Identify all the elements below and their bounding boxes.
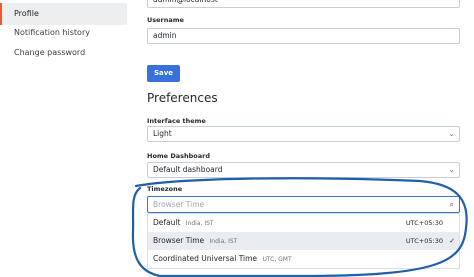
email-field[interactable]: admin@localhost <box>147 0 460 8</box>
home-dashboard-value: Default dashboard <box>153 165 223 174</box>
timezone-dropdown: Default India, IST UTC+05:30 Browser Tim… <box>147 213 460 269</box>
option-offset: UTC+05:30 <box>405 237 443 245</box>
home-dashboard-label: Home Dashboard <box>147 152 210 160</box>
preferences-heading: Preferences <box>147 91 218 105</box>
timezone-option-browser-time[interactable]: Browser Time India, IST UTC+05:30 ✓ <box>148 232 459 250</box>
sidebar-item-change-password[interactable]: Change password <box>0 42 127 64</box>
timezone-option-utc[interactable]: Coordinated Universal Time UTC, GMT <box>148 250 459 268</box>
chevron-down-icon: ⌄ <box>448 129 455 138</box>
timezone-option-default[interactable]: Default India, IST UTC+05:30 <box>148 214 459 232</box>
timezone-placeholder: Browser Time <box>153 200 205 209</box>
interface-theme-value: Light <box>153 129 172 138</box>
option-name: Default <box>153 218 181 227</box>
profile-form: admin@localhost Username admin Save Pref… <box>140 0 474 277</box>
check-icon: ✓ <box>449 237 455 245</box>
save-button[interactable]: Save <box>147 65 180 82</box>
sidebar: Profile Notification history Change pass… <box>0 0 127 277</box>
home-dashboard-select[interactable]: Default dashboard ⌄ <box>147 162 460 178</box>
username-label: Username <box>147 16 184 24</box>
option-offset: UTC+05:30 <box>405 219 443 227</box>
interface-theme-select[interactable]: Light ⌄ <box>147 126 460 142</box>
sidebar-item-notification-history[interactable]: Notification history <box>0 22 127 44</box>
timezone-search-input[interactable]: Browser Time ⌕ <box>147 196 460 213</box>
username-field[interactable]: admin <box>147 28 460 44</box>
option-name: Coordinated Universal Time <box>153 254 258 263</box>
option-desc: India, IST <box>209 238 238 245</box>
interface-theme-label: Interface theme <box>147 117 206 125</box>
search-icon: ⌕ <box>449 200 454 209</box>
option-name: Browser Time <box>153 236 205 245</box>
chevron-down-icon: ⌄ <box>448 165 455 174</box>
timezone-label: Timezone <box>147 185 183 193</box>
option-desc: UTC, GMT <box>262 256 292 263</box>
option-desc: India, IST <box>185 220 214 227</box>
